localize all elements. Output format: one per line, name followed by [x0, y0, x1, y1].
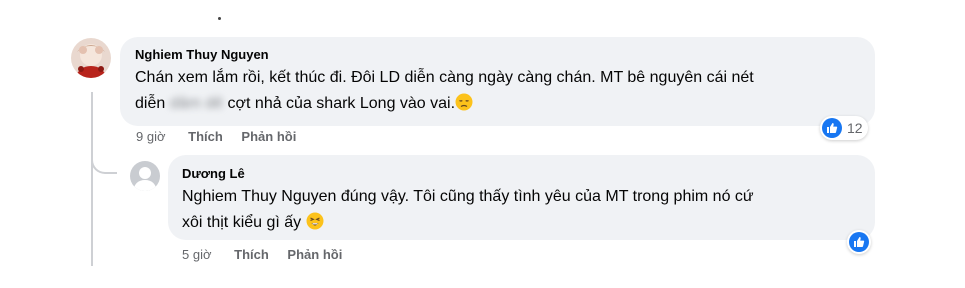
disappointed-face-icon [455, 93, 473, 120]
reply-button[interactable]: Phản hồi [241, 129, 296, 144]
comment-text-line1: Chán xem lắm rồi, kết thúc đi. Đôi LD di… [135, 69, 754, 86]
reply-text: xôi thịt kiểu gì ấy [182, 214, 302, 231]
reply-timestamp[interactable]: 5 giờ [182, 247, 212, 262]
reply-text-line2: xôi thịt kiểu gì ấy [182, 210, 324, 239]
reply-like-button[interactable]: Thích [234, 247, 269, 262]
reaction-summary[interactable]: 12 [820, 116, 868, 140]
mention-link[interactable]: Nghiem Thuy Nguyen [182, 188, 336, 205]
comment-text-after: cợt nhả của shark Long vào vai. [227, 95, 456, 112]
blurred-text: dâm dê [169, 95, 224, 112]
thread-connector [91, 150, 117, 174]
reply-actions: 5 giờ Thích Phản hồi [182, 247, 342, 262]
reply-reaction-summary[interactable] [847, 230, 871, 254]
reply-text-line1: Nghiem Thuy Nguyen đúng vậy. Tôi cũng th… [182, 184, 754, 210]
separator-dot [218, 17, 221, 20]
reply-reply-button[interactable]: Phản hồi [287, 247, 342, 262]
avatar-nghiem-thuy-nguyen[interactable] [71, 38, 111, 78]
tired-face-icon [306, 212, 324, 239]
reply-text-after-mention: đúng vậy. Tôi cũng thấy tình yêu của MT … [340, 188, 754, 205]
reply-author[interactable]: Dương Lê [182, 166, 245, 181]
avatar-duong-le[interactable] [130, 161, 160, 191]
comment-actions: 9 giờ Thích Phản hồi [136, 129, 296, 144]
thread-line [91, 92, 93, 266]
comment-timestamp[interactable]: 9 giờ [136, 129, 166, 144]
comment-text-before: diễn [135, 95, 166, 112]
comment-text-line2: diễn dâm dê cợt nhả của shark Long vào v… [135, 91, 473, 120]
like-icon [822, 118, 842, 138]
comment-author[interactable]: Nghiem Thuy Nguyen [135, 47, 269, 62]
like-icon [849, 232, 869, 252]
like-button[interactable]: Thích [188, 129, 223, 144]
reaction-count: 12 [847, 120, 863, 136]
